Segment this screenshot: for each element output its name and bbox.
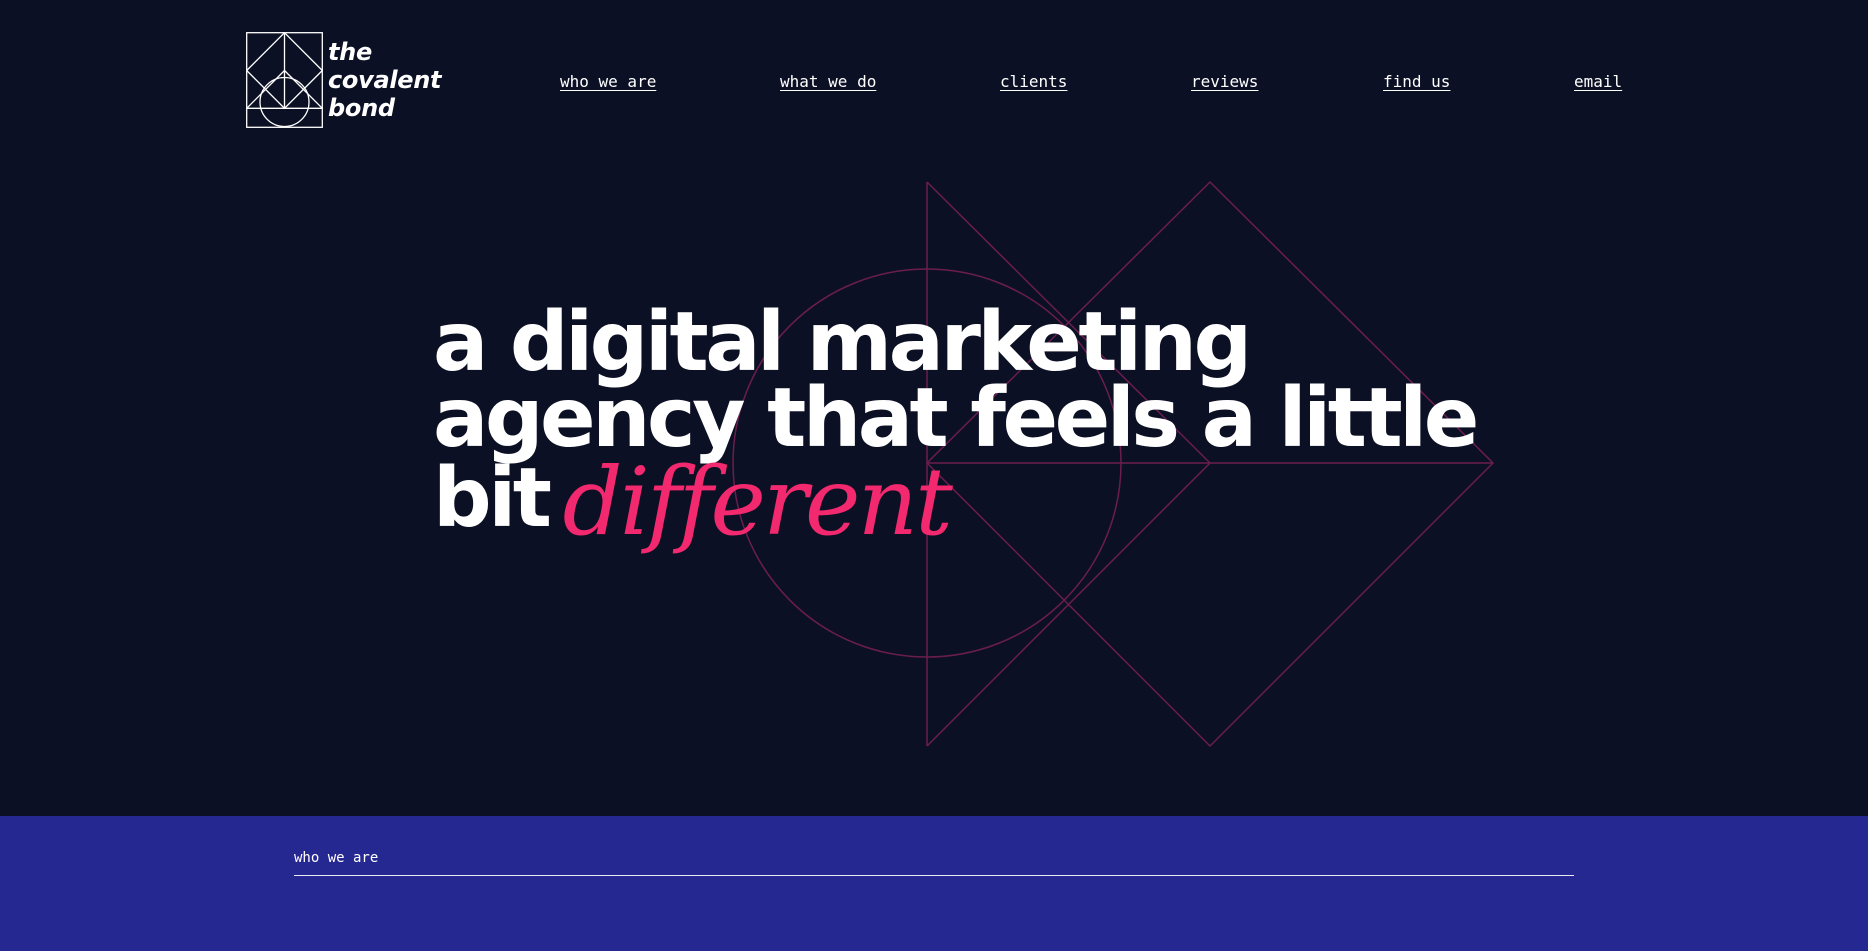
nav-link-email[interactable]: email xyxy=(1574,72,1622,91)
headline-line-2: agency that feels a little xyxy=(433,371,1479,466)
section-label: who we are xyxy=(294,850,379,866)
nav-link-what-we-do[interactable]: what we do xyxy=(780,72,876,91)
nav-link-clients[interactable]: clients xyxy=(1000,72,1067,91)
who-we-are-section: who we are xyxy=(0,816,1868,951)
headline-accent-word: different xyxy=(562,448,953,557)
nav-link-reviews[interactable]: reviews xyxy=(1191,72,1258,91)
headline-line-3-text: bit xyxy=(433,451,552,546)
brand-line: bond xyxy=(328,94,395,122)
headline-line-3: bit different xyxy=(433,456,1513,550)
headline-line-1: a digital marketing xyxy=(433,295,1252,390)
nav-link-find-us[interactable]: find us xyxy=(1383,72,1450,91)
brand-line: the xyxy=(328,38,372,66)
nav-link-who-we-are[interactable]: who we are xyxy=(560,72,656,91)
section-divider xyxy=(294,875,1574,876)
hero-headline: a digital marketing agency that feels a … xyxy=(433,295,1513,550)
main-nav: who we are what we do clients reviews fi… xyxy=(0,72,1868,96)
